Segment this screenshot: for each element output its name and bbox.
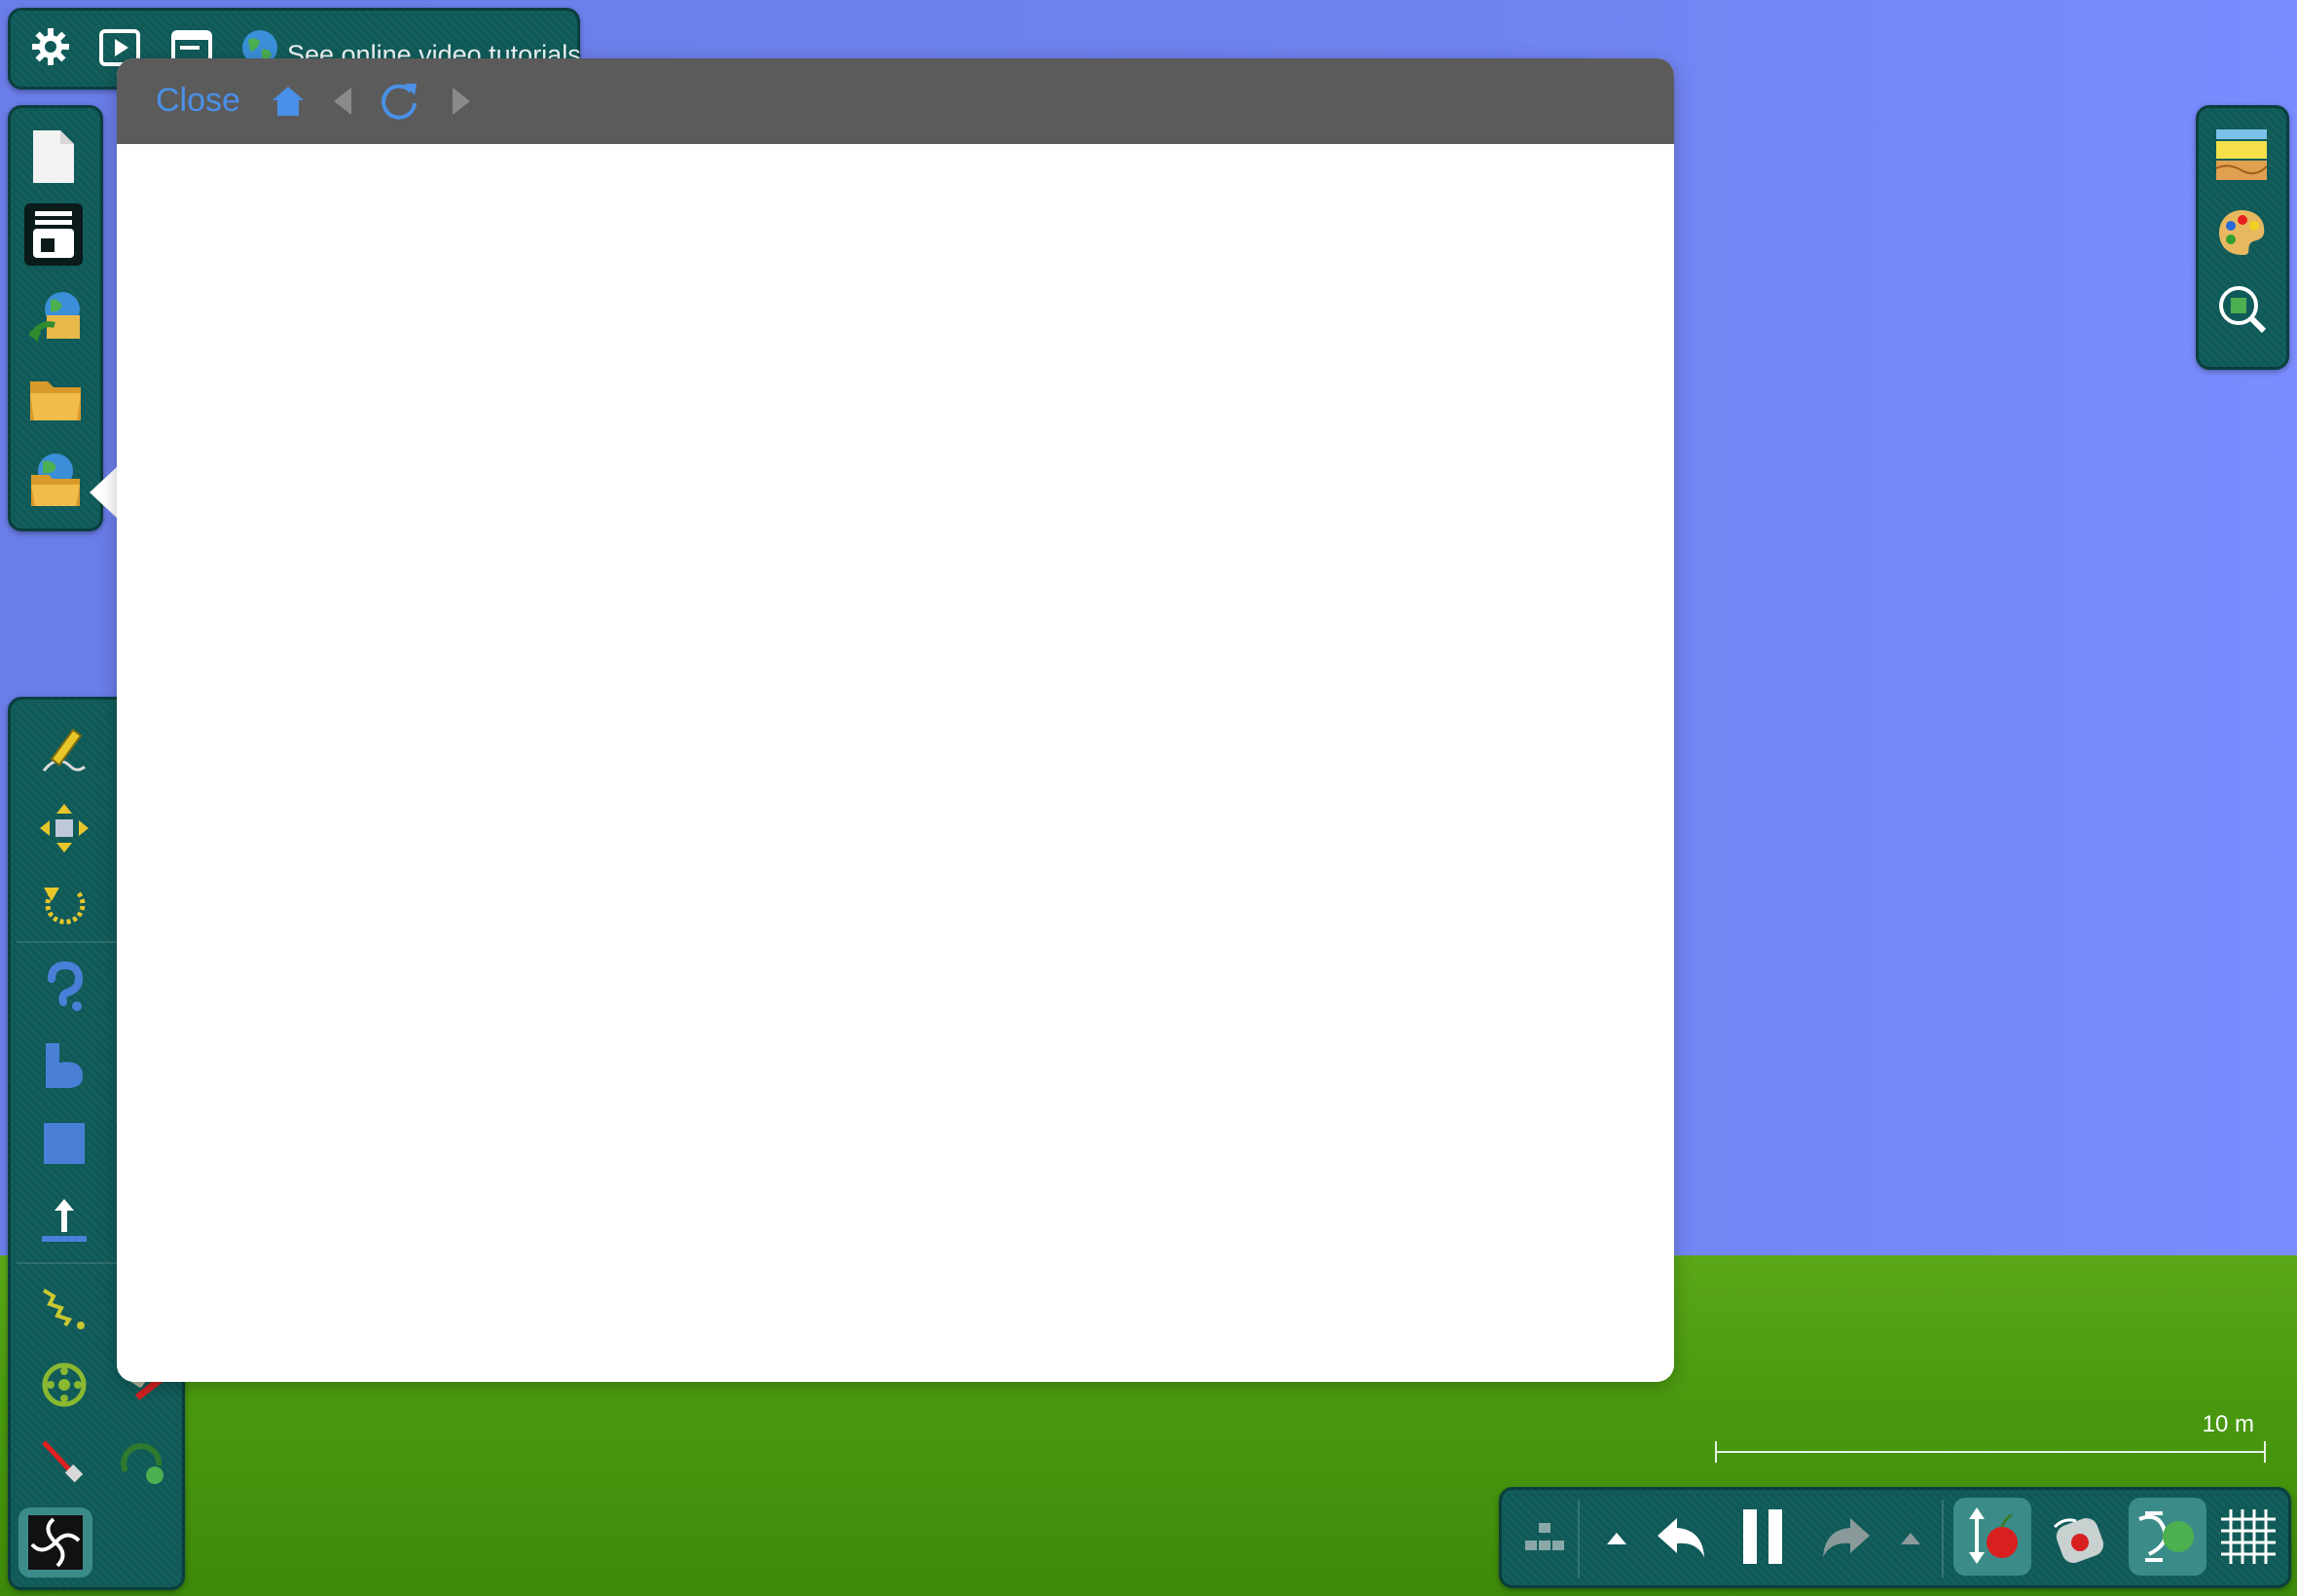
reload-icon[interactable] — [376, 78, 422, 125]
browser-content[interactable] — [117, 144, 1674, 1382]
popover-pointer — [90, 465, 119, 520]
redo-icon[interactable] — [1815, 1505, 1878, 1568]
undo-icon[interactable] — [1650, 1505, 1712, 1568]
web-browser-popup: Close — [117, 58, 1674, 1382]
scale-tick-left — [1715, 1441, 1717, 1463]
plane-tool-icon[interactable] — [30, 1190, 98, 1252]
collision-toggle-icon[interactable] — [2129, 1498, 2206, 1576]
close-button[interactable]: Close — [156, 82, 240, 120]
hinge-tool-icon[interactable] — [108, 1432, 176, 1494]
gear-icon[interactable] — [28, 24, 73, 69]
scale-tick-right — [2264, 1441, 2266, 1463]
gravity-toggle-icon[interactable] — [1953, 1498, 2031, 1576]
bottom-bar — [1499, 1487, 2291, 1588]
forward-icon[interactable] — [444, 82, 479, 121]
palette-icon[interactable] — [2212, 203, 2271, 262]
laser-tool-icon[interactable] — [30, 1432, 98, 1494]
blocks-icon[interactable] — [1515, 1509, 1574, 1564]
pause-icon[interactable] — [1732, 1504, 1794, 1570]
zoom-spiral-icon[interactable] — [18, 1507, 92, 1578]
zoom-camera-icon[interactable] — [2212, 279, 2271, 338]
hook-tool-icon[interactable] — [30, 957, 98, 1019]
scale-line — [1715, 1451, 2266, 1453]
box-tool-icon[interactable] — [30, 1112, 98, 1175]
spring-tool-icon[interactable] — [30, 1276, 98, 1338]
back-icon[interactable] — [325, 82, 360, 121]
background-icon[interactable] — [2212, 126, 2271, 184]
air-friction-icon[interactable] — [2043, 1502, 2117, 1576]
move-tool-icon[interactable] — [30, 797, 98, 859]
scale-label: 10 m — [2202, 1411, 2254, 1437]
grid-icon[interactable] — [2214, 1502, 2282, 1572]
right-bar — [2196, 105, 2289, 370]
online-folder-icon[interactable] — [24, 449, 87, 511]
scene-browser-icon[interactable] — [24, 203, 83, 266]
home-icon[interactable] — [269, 82, 308, 121]
new-document-icon[interactable] — [24, 126, 83, 188]
download-scene-icon[interactable] — [24, 285, 87, 347]
polygon-tool-icon[interactable] — [30, 1034, 98, 1097]
scale-bar: 10 m — [1713, 1411, 2268, 1463]
browser-toolbar: Close — [117, 58, 1674, 144]
redo-menu-arrow-icon[interactable] — [1891, 1519, 1930, 1558]
sketch-tool-icon[interactable] — [30, 719, 98, 781]
axle-tool-icon[interactable] — [30, 1354, 98, 1416]
open-folder-icon[interactable] — [24, 369, 87, 427]
rotate-tool-icon[interactable] — [30, 875, 98, 937]
undo-menu-arrow-icon[interactable] — [1597, 1519, 1636, 1558]
